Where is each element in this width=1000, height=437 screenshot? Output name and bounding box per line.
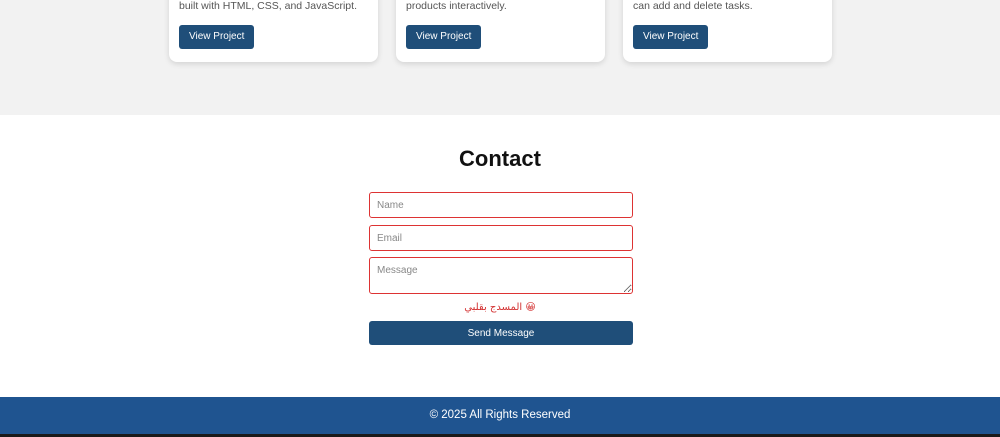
view-project-button-1[interactable]: View Project bbox=[179, 25, 255, 49]
send-message-button[interactable]: Send Message bbox=[369, 321, 633, 345]
message-textarea[interactable] bbox=[369, 257, 633, 294]
project-card-1: built with HTML, CSS, and JavaScript. Vi… bbox=[169, 0, 378, 62]
project-card-description: built with HTML, CSS, and JavaScript. bbox=[179, 0, 357, 12]
contact-title: Contact bbox=[459, 146, 541, 171]
footer-copyright: © 2025 All Rights Reserved bbox=[429, 409, 571, 421]
footer: © 2025 All Rights Reserved bbox=[0, 397, 1000, 437]
email-input[interactable] bbox=[369, 225, 633, 251]
project-card-3: can add and delete tasks. View Project bbox=[623, 0, 832, 62]
project-card-2: products interactively. View Project bbox=[396, 0, 605, 62]
project-card-description: products interactively. bbox=[406, 0, 507, 12]
view-project-button-2[interactable]: View Project bbox=[406, 25, 482, 49]
form-status-message: 😀 المسدج بقلبي bbox=[464, 302, 536, 313]
name-input[interactable] bbox=[369, 192, 633, 218]
projects-section: built with HTML, CSS, and JavaScript. Vi… bbox=[0, 0, 1000, 115]
view-project-button-3[interactable]: View Project bbox=[633, 25, 709, 49]
project-card-description: can add and delete tasks. bbox=[633, 0, 753, 12]
